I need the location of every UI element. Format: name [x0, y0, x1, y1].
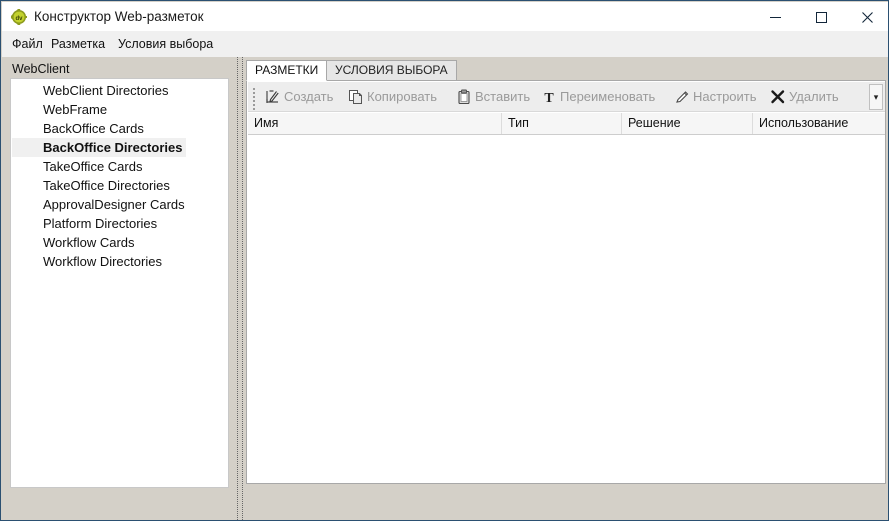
menu-item-file[interactable]: Файл — [10, 35, 45, 53]
tree-item-workflow-cards[interactable]: Workflow Cards — [12, 233, 227, 252]
tree-item-backoffice-cards[interactable]: BackOffice Cards — [12, 119, 227, 138]
paste-button[interactable]: Вставить — [453, 85, 533, 109]
markup-tree[interactable]: WebClient Directories WebFrame BackOffic… — [10, 78, 229, 488]
create-markup-icon — [265, 89, 281, 105]
close-button[interactable] — [844, 3, 888, 32]
create-button[interactable]: Создать — [262, 85, 336, 109]
minimize-button[interactable] — [752, 3, 798, 32]
tree-item-takeoffice-cards[interactable]: TakeOffice Cards — [12, 157, 227, 176]
toolbar-overflow-button[interactable]: ▾ — [869, 84, 883, 110]
paste-button-label: Вставить — [475, 89, 531, 104]
rename-button[interactable]: T Переименовать — [538, 85, 658, 109]
column-header-solution[interactable]: Решение — [622, 113, 753, 134]
grid-header: Имя Тип Решение Использование — [248, 113, 885, 135]
tree-item-takeoffice-directories[interactable]: TakeOffice Directories — [12, 176, 227, 195]
minimize-icon — [769, 17, 781, 18]
menu-item-markup[interactable]: Разметка — [49, 35, 107, 53]
copy-button[interactable]: Копировать — [345, 85, 440, 109]
delete-x-icon — [770, 89, 786, 105]
tree-group-label: WebClient — [12, 62, 70, 76]
menu-bar: Файл Разметка Условия выбора Текущее реш… — [2, 31, 888, 85]
paste-clipboard-icon — [456, 89, 472, 105]
content-pane: РАЗМЕТКИ УСЛОВИЯ ВЫБОРА Создать Копирова… — [243, 57, 888, 520]
copy-button-label: Копировать — [367, 89, 437, 104]
tree-item-webclient-directories[interactable]: WebClient Directories — [12, 81, 227, 100]
tree-item-platform-directories[interactable]: Platform Directories — [12, 214, 227, 233]
copy-icon — [348, 89, 364, 105]
application-window: dv Конструктор Web-разметок Файл Разметк… — [0, 0, 889, 521]
text-rename-icon: T — [541, 89, 557, 106]
delete-button-label: Удалить — [789, 89, 839, 104]
tree-item-workflow-directories[interactable]: Workflow Directories — [12, 252, 227, 271]
gear-icon: dv — [9, 7, 27, 27]
tree-pane: WebClient WebClient Directories WebFrame… — [2, 57, 237, 520]
tab-markups[interactable]: РАЗМЕТКИ — [246, 60, 328, 81]
svg-text:dv: dv — [15, 16, 23, 22]
column-header-name[interactable]: Имя — [248, 113, 502, 134]
delete-button[interactable]: Удалить — [767, 85, 842, 109]
markups-toolbar: Создать Копировать Вставить T Переименов… — [248, 82, 885, 112]
grid-body[interactable] — [248, 135, 885, 483]
title-bar: dv Конструктор Web-разметок — [2, 2, 888, 32]
tree-item-backoffice-directories[interactable]: BackOffice Directories — [12, 138, 187, 157]
rename-button-label: Переименовать — [560, 89, 656, 104]
configure-button-label: Настроить — [693, 89, 757, 104]
close-icon — [861, 12, 873, 23]
toolbar-grip[interactable] — [253, 88, 256, 110]
svg-text:T: T — [544, 91, 554, 105]
markups-panel: Создать Копировать Вставить T Переименов… — [246, 80, 886, 484]
create-button-label: Создать — [284, 89, 334, 104]
pencil-configure-icon — [674, 89, 690, 105]
tree-item-webframe[interactable]: WebFrame — [12, 100, 227, 119]
configure-button[interactable]: Настроить — [671, 85, 760, 109]
tab-strip: РАЗМЕТКИ УСЛОВИЯ ВЫБОРА — [246, 60, 886, 81]
maximize-icon — [815, 12, 827, 23]
tab-selection-conditions[interactable]: УСЛОВИЯ ВЫБОРА — [326, 60, 457, 81]
maximize-button[interactable] — [798, 3, 844, 32]
menu-item-selection-conditions[interactable]: Условия выбора — [116, 35, 215, 53]
tree-item-approvaldesigner-cards[interactable]: ApprovalDesigner Cards — [12, 195, 227, 214]
column-header-usage[interactable]: Использование — [753, 113, 885, 134]
window-title: Конструктор Web-разметок — [34, 9, 204, 24]
column-header-type[interactable]: Тип — [502, 113, 622, 134]
chevron-down-icon: ▾ — [873, 92, 879, 102]
